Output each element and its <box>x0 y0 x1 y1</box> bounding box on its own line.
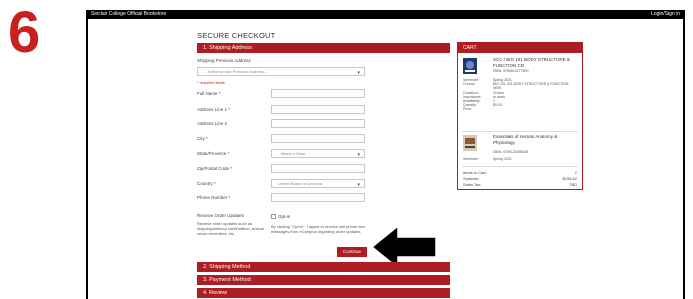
section-review[interactable]: 4. Review <box>197 288 450 298</box>
cart-item-1-meta-labels: Semester: Course: Condition: Importance:… <box>463 78 481 112</box>
subtotal-label: Subtotal: <box>463 176 479 181</box>
items-in-cart-value: 2 <box>574 170 577 175</box>
tutorial-slide: 6 Sinclair College Official Bookstore Lo… <box>0 0 693 299</box>
cart-item-2-title[interactable]: Essentials of Human Anatomy & Physiology <box>493 134 579 145</box>
full-name-label: Full Name * <box>197 91 221 96</box>
shipping-previous-label: Shipping Previous Address <box>197 58 251 63</box>
address1-label: Address Line 1 * <box>197 107 231 112</box>
top-bar: Sinclair College Official Bookstore Logi… <box>88 10 683 19</box>
cart-item-2-semester-label: Semester: <box>463 157 479 161</box>
cart-item-1-meta-values: Spring 2021 BIO 101 001 BODY STRUCTURE &… <box>493 78 579 107</box>
city-input[interactable] <box>271 134 365 143</box>
full-name-input[interactable] <box>271 89 365 98</box>
state-label: State/Province * <box>197 151 230 156</box>
country-label: Country * <box>197 181 216 186</box>
subtotal-value: $156.62 <box>562 176 577 181</box>
phone-input[interactable] <box>271 193 365 202</box>
cart-divider <box>462 166 578 167</box>
page-title: SECURE CHECKOUT <box>197 31 276 40</box>
items-in-cart-label: Items in Cart: <box>463 170 487 175</box>
section-shipping-method[interactable]: 2. Shipping Method <box>197 262 450 272</box>
country-select[interactable]: United States of America ▾ <box>271 179 365 188</box>
state-placeholder: - Select a State - <box>278 151 308 156</box>
sales-tax-label: Sales Tax: <box>463 182 482 187</box>
cart-item-1-isbn: ISBN: 9780814277500 <box>493 69 529 73</box>
cart-item-2-isbn: ISBN: 9780134395326 <box>493 150 529 154</box>
chevron-down-icon: ▾ <box>357 70 360 76</box>
store-name-link[interactable]: Sinclair College Official Bookstore <box>91 10 166 19</box>
chevron-down-icon: ▾ <box>357 152 360 158</box>
cart-item-1-title[interactable]: SCC / BIO 101 BODY STRUCTURE & FUNCTION … <box>493 57 579 68</box>
section-payment-method[interactable]: 3. Payment Method <box>197 275 450 285</box>
required-fields-note: * required fields <box>197 80 225 85</box>
cd-product-icon[interactable] <box>463 58 477 74</box>
city-label: City * <box>197 136 208 141</box>
country-value: United States of America <box>278 181 323 186</box>
phone-label: Phone Number * <box>197 195 231 200</box>
screenshot-frame: Sinclair College Official Bookstore Logi… <box>86 10 685 299</box>
login-link[interactable]: Login/Sign in <box>651 10 680 19</box>
order-updates-label: Receive Order Updates <box>197 213 245 218</box>
optin-label: Opt-in <box>278 214 291 219</box>
address2-input[interactable] <box>271 119 365 128</box>
book-cover-icon[interactable] <box>463 135 477 151</box>
cart-divider <box>462 131 578 132</box>
address2-label: Address Line 2 <box>197 121 228 126</box>
zip-label: Zip/Postal Code * <box>197 166 233 171</box>
optin-description: By clicking "Opt-in", I agree to receive… <box>271 224 365 234</box>
meta-value: $0.00 <box>493 103 502 108</box>
continue-button[interactable]: Continue <box>337 247 367 257</box>
cart-header: CART <box>458 43 582 53</box>
sales-tax-value: TBD <box>569 182 577 187</box>
meta-value: BIO 101 001 BODY STRUCTURE & FUNCTION <box>493 82 569 87</box>
previous-address-placeholder: -- Select to Use Previous Address -- <box>204 69 268 74</box>
meta-label: Price: <box>463 107 472 112</box>
section-shipping-address[interactable]: 1. Shipping Address <box>197 43 450 53</box>
step-number: 6 <box>8 0 41 65</box>
cart-item-2-semester-value: Spring 2021 <box>493 157 512 161</box>
cart-panel: CART SCC / BIO 101 BODY STRUCTURE & FUNC… <box>457 42 583 190</box>
address1-input[interactable] <box>271 105 365 114</box>
previous-address-select[interactable]: -- Select to Use Previous Address -- ▾ <box>197 67 365 76</box>
state-select[interactable]: - Select a State - ▾ <box>271 149 365 158</box>
order-updates-description: Receive order updates such as shipping/d… <box>197 221 264 236</box>
chevron-down-icon: ▾ <box>357 182 360 188</box>
zip-input[interactable] <box>271 164 365 173</box>
optin-checkbox[interactable] <box>271 214 276 219</box>
